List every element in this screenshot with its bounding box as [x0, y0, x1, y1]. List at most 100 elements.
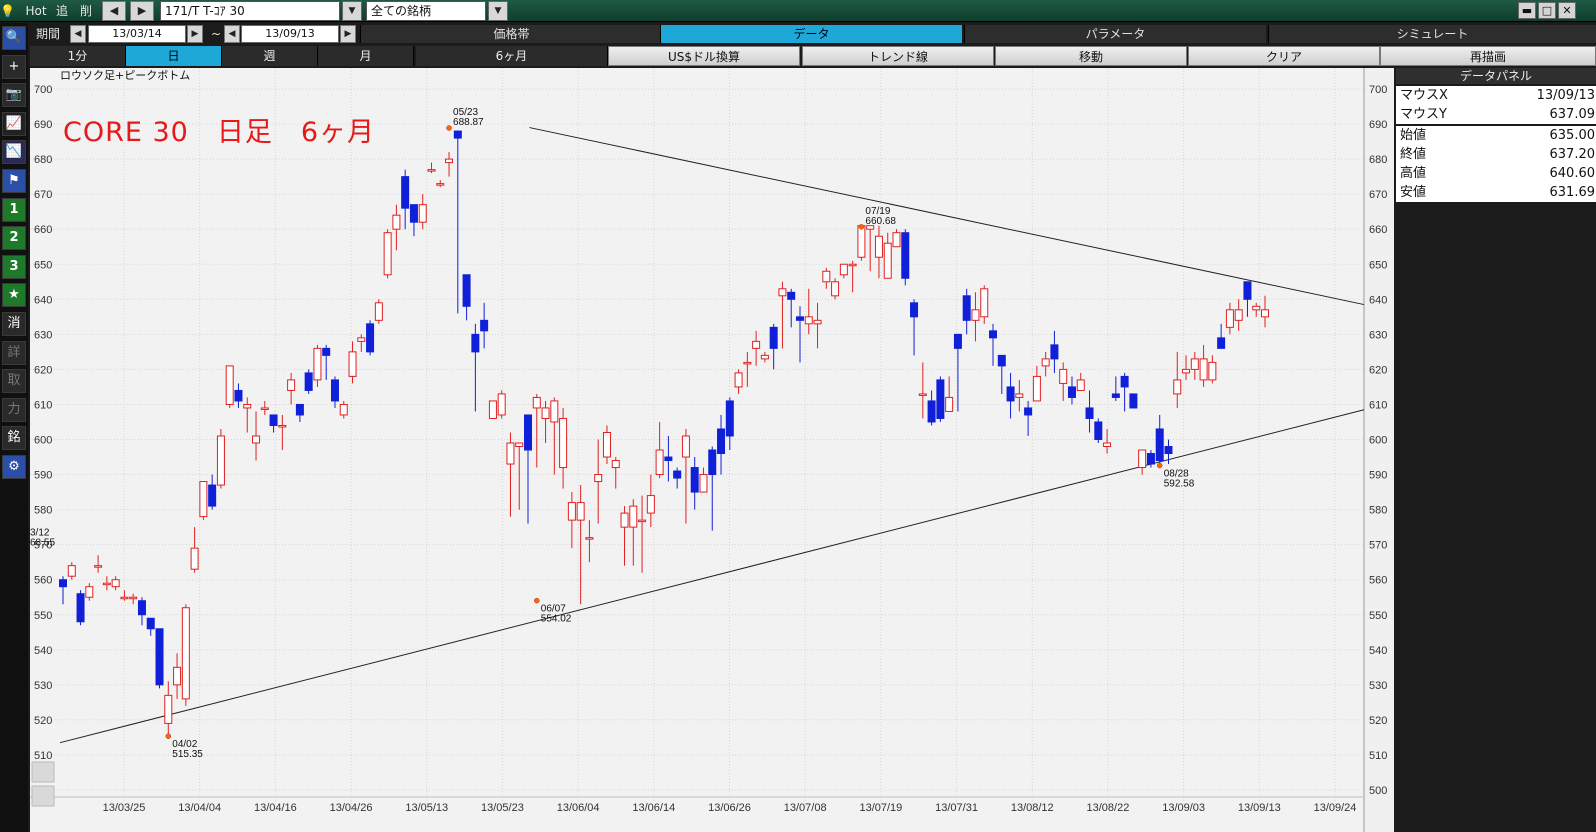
candle-body [953, 333, 962, 349]
candle-body [1067, 386, 1076, 398]
interval-tab-day[interactable]: 日 [126, 46, 222, 66]
candle-body [1032, 375, 1041, 402]
chart-compare-icon[interactable]: 📉 [2, 140, 26, 165]
interval-tab-1min[interactable]: 1分 [30, 46, 126, 66]
delete-button[interactable]: 削 [76, 1, 96, 21]
period-to-next-button[interactable]: ▶ [340, 25, 356, 43]
y-tick-label-left: 640 [34, 294, 52, 306]
candle-body [453, 130, 462, 139]
candle-body [629, 505, 638, 528]
tab-data[interactable]: データ [660, 25, 962, 43]
candlestick-chart[interactable]: 700 700 690 690 680 680 670 670 660 660 650 650 640 6… [30, 68, 1394, 832]
candle-body [752, 340, 761, 349]
period-from-field[interactable]: 13/03/14 [88, 25, 186, 43]
trendline-button[interactable]: トレンド線 [802, 46, 994, 66]
candle-body [655, 449, 664, 476]
candle-body [848, 263, 857, 267]
maximize-button[interactable]: □ [1538, 2, 1556, 19]
candle-body [690, 467, 699, 493]
candle-body [971, 309, 980, 321]
data-label: 安値 [1400, 185, 1427, 200]
data-value: 13/09/13 [1536, 88, 1595, 103]
candle-body [620, 512, 629, 528]
data-row: 終値 637.20 [1396, 145, 1596, 164]
candle-body [1173, 379, 1182, 395]
symbol-field[interactable]: 171/T T-ｺｱ 30 [160, 1, 340, 21]
chart-area[interactable]: 700 700 690 690 680 680 670 670 660 660 650 650 640 6… [30, 68, 1394, 832]
candle-body [173, 666, 182, 686]
period-to-field[interactable]: 13/09/13 [241, 25, 339, 43]
layout-2-button[interactable]: 2 [2, 226, 26, 251]
peak-value-label: 688.87 [453, 117, 484, 128]
candle-body [541, 407, 550, 419]
detail-button[interactable]: 詳 [2, 340, 26, 365]
data-value: 637.09 [1549, 107, 1596, 122]
candle-body [945, 396, 954, 412]
y-tick-label-left: 590 [34, 470, 52, 482]
candle-body [208, 484, 217, 507]
candle-body [366, 323, 375, 353]
universe-field[interactable]: 全ての銘柄 [366, 1, 486, 21]
minimize-button[interactable]: ▬ [1518, 2, 1536, 19]
candle-body [1129, 393, 1138, 409]
candle-body [1076, 379, 1085, 391]
trade-button[interactable]: 取 [2, 369, 26, 394]
erase-button[interactable]: 消 [2, 312, 26, 336]
period-from-prev-button[interactable]: ◀ [70, 25, 86, 43]
y-tick-label-left: 580 [34, 505, 52, 517]
peak-marker [446, 125, 452, 131]
favorite-icon[interactable]: ★ [2, 283, 26, 308]
settings-gear-icon[interactable]: ⚙ [2, 455, 26, 479]
candle-body [769, 326, 778, 349]
lightbulb-icon[interactable]: 💡 [0, 1, 15, 21]
add-button[interactable]: 追 [52, 1, 72, 21]
interval-tab-month[interactable]: 月 [318, 46, 414, 66]
period-to-prev-button[interactable]: ◀ [224, 25, 240, 43]
period-from-next-button[interactable]: ▶ [187, 25, 203, 43]
prev-symbol-button[interactable]: ◀ [102, 1, 126, 21]
tab-simulate[interactable]: シミュレート [1268, 25, 1596, 43]
search-icon[interactable]: 🔍 [2, 26, 26, 50]
candle-body [374, 302, 383, 321]
redraw-button[interactable]: 再描画 [1380, 46, 1596, 66]
data-row: マウスY 637.09 [1396, 105, 1596, 124]
tab-price-band[interactable]: 価格帯 [360, 25, 662, 43]
data-value: 637.20 [1549, 147, 1596, 162]
chart-type-label: ロウソク足+ピークボトム [60, 69, 191, 82]
candle-body [287, 379, 296, 391]
y-tick-label-left: 520 [34, 715, 52, 727]
candle-body [383, 232, 392, 276]
candle-body [1182, 368, 1191, 374]
move-button[interactable]: 移動 [995, 46, 1187, 66]
chart-line-icon[interactable]: 📈 [2, 111, 26, 136]
flag-icon[interactable]: ⚑ [2, 169, 26, 193]
candle-body [102, 582, 111, 586]
layout-3-button[interactable]: 3 [2, 254, 26, 279]
stock-name-button[interactable]: 銘 [2, 426, 26, 451]
interval-tab-6month[interactable]: 6ヶ月 [416, 46, 608, 66]
camera-icon[interactable]: 📷 [2, 83, 26, 108]
y-tick-label-left: 550 [34, 610, 52, 622]
layout-1-button[interactable]: 1 [2, 197, 26, 222]
y-tick-label-right: 570 [1369, 540, 1387, 552]
mouse-readout: マウスX 13/09/13 マウスY 637.09 [1396, 86, 1596, 124]
candle-body [1094, 421, 1103, 441]
next-symbol-button[interactable]: ▶ [130, 1, 154, 21]
power-button[interactable]: 力 [2, 397, 26, 422]
candle-body [85, 586, 94, 598]
clear-button[interactable]: クリア [1188, 46, 1380, 66]
candle-body [813, 319, 822, 325]
candle-body [260, 407, 269, 410]
y-tick-label-right: 520 [1369, 715, 1387, 727]
tab-parameter[interactable]: パラメータ [964, 25, 1266, 43]
close-button[interactable]: ✕ [1558, 2, 1576, 19]
candle-body [515, 442, 524, 448]
symbol-dropdown-button[interactable]: ▼ [342, 1, 362, 21]
crosshair-icon[interactable]: + [2, 54, 26, 79]
hot-button[interactable]: Hot [24, 1, 48, 21]
interval-tab-week[interactable]: 週 [222, 46, 318, 66]
candle-body [1208, 361, 1217, 381]
universe-dropdown-button[interactable]: ▼ [488, 1, 508, 21]
usd-convert-button[interactable]: US$ドル換算 [608, 46, 800, 66]
data-value: 635.00 [1549, 128, 1596, 143]
